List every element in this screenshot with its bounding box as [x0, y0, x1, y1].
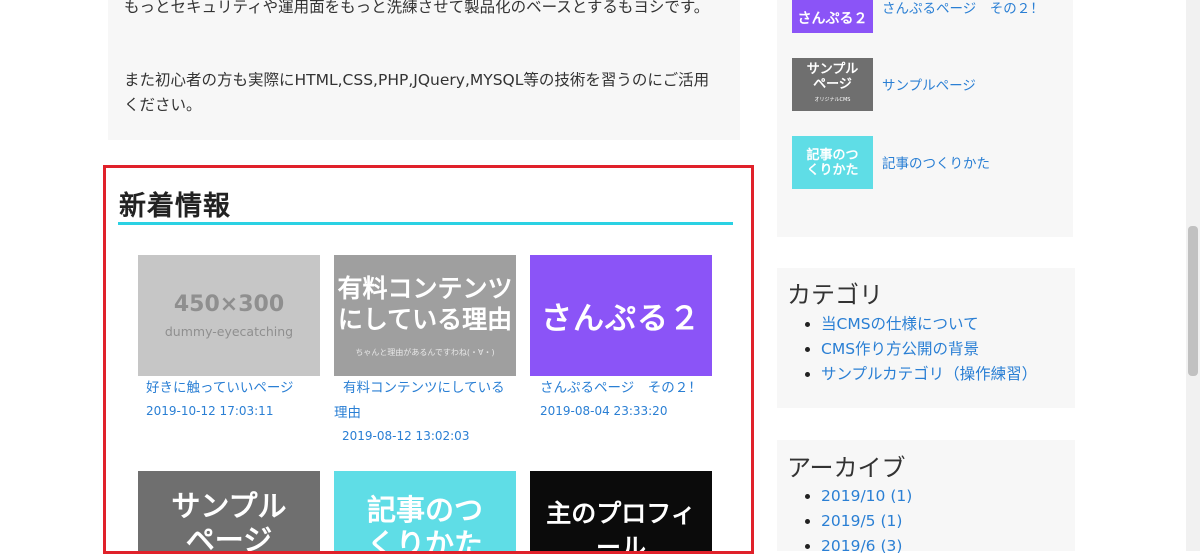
- bullet-icon: [805, 494, 810, 499]
- bullet-icon: [805, 322, 810, 327]
- scrollbar-thumb[interactable]: [1188, 226, 1198, 376]
- category-label: CMS作り方公開の背景: [821, 340, 980, 358]
- news-item-3-date: 2019-08-04 23:33:20: [540, 404, 668, 418]
- news-thumb-6[interactable]: 主のプロフィール: [530, 471, 712, 551]
- archive-item[interactable]: 2019/10 (1): [803, 484, 912, 509]
- bullet-icon: [805, 347, 810, 352]
- category-item[interactable]: CMS作り方公開の背景: [803, 337, 1037, 362]
- sidebar-thumb-1-text: さんぷる２: [797, 10, 868, 27]
- categories-list: 当CMSの仕様について CMS作り方公開の背景 サンプルカテゴリ（操作練習）: [803, 312, 1037, 387]
- thumb-2-main-text: 有料コンテンツにしている理由: [337, 274, 513, 334]
- news-thumb-4[interactable]: サンプルページ: [138, 471, 320, 551]
- thumb-6-main-text: 主のプロフィール: [546, 499, 696, 551]
- bullet-icon: [805, 519, 810, 524]
- news-item-1-date: 2019-10-12 17:03:11: [146, 404, 274, 418]
- sidebar-thumb-3[interactable]: 記事のつくりかた: [792, 136, 873, 189]
- category-label: サンプルカテゴリ（操作練習）: [821, 365, 1038, 383]
- category-item[interactable]: 当CMSの仕様について: [803, 312, 1037, 337]
- news-item-2-link[interactable]: 有料コンテンツにしている理由: [334, 376, 516, 426]
- archive-item[interactable]: 2019/5 (1): [803, 509, 912, 534]
- news-item-3-link[interactable]: さんぷるページ その２！: [540, 376, 716, 401]
- news-section-title: 新着情報: [119, 191, 231, 222]
- news-item-2-date: 2019-08-12 13:02:03: [342, 429, 470, 443]
- thumb-1-sub-text: dummy-eyecatching: [164, 324, 294, 339]
- news-thumb-1[interactable]: 450×300 dummy-eyecatching: [138, 255, 320, 376]
- sidebar-thumb-2[interactable]: サンプルページ オリジナルCMS: [792, 58, 873, 111]
- sidebar-recent-link-3[interactable]: 記事のつくりかた: [882, 152, 990, 172]
- thumb-1-main-text: 450×300: [173, 292, 285, 317]
- news-item-1-link[interactable]: 好きに触っていいページ: [146, 376, 316, 401]
- sidebar-thumb-2-text: サンプルページ: [806, 61, 859, 92]
- sidebar-thumb-3-text: 記事のつくりかた: [806, 147, 859, 178]
- news-title-underline: [118, 222, 733, 225]
- thumb-2-sub-text: ちゃんと理由があるんですわね(・∀・): [355, 348, 495, 357]
- archive-heading: アーカイブ: [787, 454, 906, 482]
- archive-label: 2019/10 (1): [821, 487, 913, 505]
- thumb-3-main-text: さんぷる２: [541, 301, 701, 337]
- bullet-icon: [805, 544, 810, 549]
- category-item[interactable]: サンプルカテゴリ（操作練習）: [803, 362, 1037, 387]
- sidebar-thumb-1[interactable]: さんぷる２: [792, 0, 873, 33]
- bullet-icon: [805, 372, 810, 377]
- categories-heading: カテゴリ: [787, 281, 883, 309]
- intro-paragraph-2: また初心者の方も実際にHTML,CSS,PHP,JQuery,MYSQL等の技術…: [124, 71, 710, 114]
- sidebar-recent-link-1[interactable]: さんぷるページ その２！: [882, 0, 1044, 17]
- archive-item[interactable]: 2019/6 (3): [803, 534, 912, 559]
- news-thumb-3[interactable]: さんぷる２: [530, 255, 712, 376]
- sidebar-recent-link-2[interactable]: サンプルページ: [882, 74, 976, 94]
- sidebar-recent-card: [777, 0, 1073, 237]
- category-label: 当CMSの仕様について: [821, 315, 979, 333]
- thumb-5-main-text: 記事のつくりかた: [366, 493, 483, 551]
- sidebar-thumb-2-sub: オリジナルCMS: [814, 96, 851, 103]
- archive-label: 2019/6 (3): [821, 537, 903, 555]
- archive-label: 2019/5 (1): [821, 512, 903, 530]
- news-thumb-5[interactable]: 記事のつくりかた: [334, 471, 516, 551]
- intro-paragraph-1: もっとセキュリティや運用面をもっと洗練させて製品化のベースとするもヨシです。: [124, 0, 710, 16]
- thumb-4-main-text: サンプルページ: [171, 489, 287, 551]
- news-thumb-2[interactable]: 有料コンテンツにしている理由 ちゃんと理由があるんですわね(・∀・): [334, 255, 516, 376]
- archive-list: 2019/10 (1) 2019/5 (1) 2019/6 (3): [803, 484, 912, 559]
